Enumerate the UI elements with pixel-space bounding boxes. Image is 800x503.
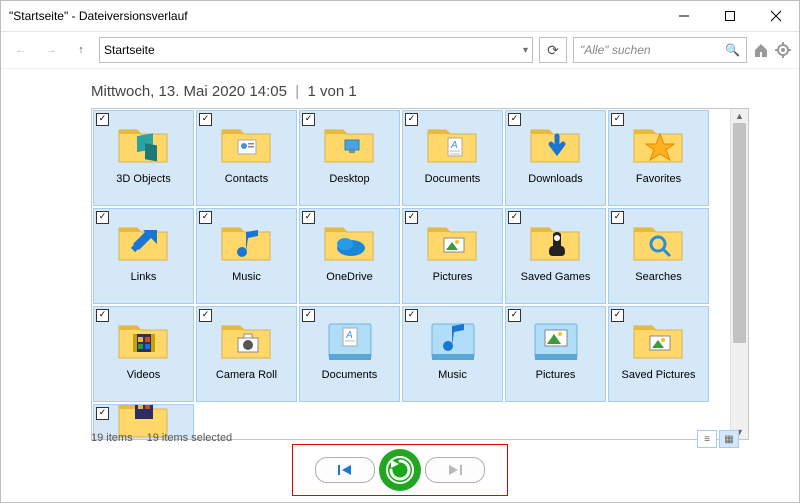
folder-item[interactable]: ✓ Music [402, 306, 503, 402]
folder-item[interactable]: ✓ Contacts [196, 110, 297, 206]
checkbox-icon[interactable]: ✓ [96, 309, 109, 322]
checkbox-icon[interactable]: ✓ [405, 211, 418, 224]
folder-item[interactable]: ✓ Videos [93, 306, 194, 402]
folder-item[interactable]: ✓ A Documents [402, 110, 503, 206]
checkbox-icon[interactable]: ✓ [508, 211, 521, 224]
checkbox-icon[interactable]: ✓ [199, 113, 212, 126]
item-label: Camera Roll [197, 369, 296, 382]
close-button[interactable] [753, 1, 799, 31]
back-button[interactable]: ← [9, 38, 33, 62]
item-label: Pictures [403, 271, 502, 284]
window-controls [661, 1, 799, 31]
item-label: 3D Objects [94, 173, 193, 186]
item-label: Documents [403, 173, 502, 186]
items-grid[interactable]: ✓ 3D Objects✓ Contacts✓ Desktop✓ A Docum… [92, 109, 730, 439]
folder-item[interactable]: ✓ Pictures [505, 306, 606, 402]
item-label: Saved Pictures [609, 369, 708, 382]
folder-item[interactable]: ✓ Pictures [402, 208, 503, 304]
folder-item[interactable]: ✓ Saved Games [505, 208, 606, 304]
item-label: Searches [609, 271, 708, 284]
item-label: Saved Games [506, 271, 605, 284]
home-icon[interactable] [753, 42, 769, 58]
checkbox-icon[interactable]: ✓ [611, 309, 624, 322]
address-text: Startseite [104, 43, 155, 57]
item-label: Music [403, 369, 502, 382]
items-panel: ✓ 3D Objects✓ Contacts✓ Desktop✓ A Docum… [91, 108, 749, 440]
icons-view-button[interactable]: ▦ [719, 430, 739, 448]
item-label: Downloads [506, 173, 605, 186]
folder-item[interactable]: ✓ Favorites [608, 110, 709, 206]
svg-text:A: A [345, 330, 353, 341]
item-label: Contacts [197, 173, 296, 186]
vertical-scrollbar[interactable]: ▲ ▼ [730, 109, 748, 439]
item-label: Links [94, 271, 193, 284]
folder-item[interactable]: ✓ Downloads [505, 110, 606, 206]
item-label: Favorites [609, 173, 708, 186]
address-dropdown-icon[interactable]: ▾ [523, 45, 528, 56]
highlight-box [292, 444, 508, 496]
next-version-button[interactable] [425, 457, 485, 483]
checkbox-icon[interactable]: ✓ [611, 211, 624, 224]
toolbar: ← → ↑ Startseite ▾ ⟳ "Alle" suchen 🔍 [1, 32, 799, 69]
folder-item[interactable]: ✓ Saved Pictures [608, 306, 709, 402]
folder-item[interactable]: ✓ 3D Objects [93, 110, 194, 206]
version-position: 1 von 1 [308, 83, 357, 100]
view-toggle: ≡ ▦ [697, 430, 739, 448]
checkbox-icon[interactable]: ✓ [96, 113, 109, 126]
checkbox-icon[interactable]: ✓ [96, 407, 109, 420]
status-bar: 19 items 19 items selected [91, 432, 232, 444]
checkbox-icon[interactable]: ✓ [302, 211, 315, 224]
forward-button[interactable]: → [39, 38, 63, 62]
search-placeholder: "Alle" suchen [580, 43, 651, 57]
window-title: "Startseite" - Dateiversionsverlauf [9, 9, 188, 23]
scroll-thumb[interactable] [733, 123, 746, 343]
item-label: Music [197, 271, 296, 284]
checkbox-icon[interactable]: ✓ [405, 309, 418, 322]
scroll-up-icon[interactable]: ▲ [731, 109, 748, 123]
folder-item[interactable]: ✓ Links [93, 208, 194, 304]
version-controls [292, 444, 508, 496]
settings-icon[interactable] [775, 42, 791, 58]
refresh-button[interactable]: ⟳ [539, 37, 567, 63]
folder-item[interactable]: ✓ Desktop [299, 110, 400, 206]
folder-item[interactable]: ✓ OneDrive [299, 208, 400, 304]
version-date: Mittwoch, 13. Mai 2020 14:05 [91, 83, 287, 100]
item-label: Documents [300, 369, 399, 382]
checkbox-icon[interactable]: ✓ [199, 309, 212, 322]
item-label: Pictures [506, 369, 605, 382]
address-bar[interactable]: Startseite ▾ [99, 37, 533, 63]
selected-count: 19 items selected [147, 432, 233, 444]
folder-item[interactable]: ✓ Camera Roll [196, 306, 297, 402]
restore-button[interactable] [379, 449, 421, 491]
checkbox-icon[interactable]: ✓ [508, 309, 521, 322]
minimize-button[interactable] [661, 1, 707, 31]
previous-version-button[interactable] [315, 457, 375, 483]
details-view-button[interactable]: ≡ [697, 430, 717, 448]
up-button[interactable]: ↑ [69, 38, 93, 62]
item-label: OneDrive [300, 271, 399, 284]
item-label: Desktop [300, 173, 399, 186]
folder-item[interactable]: ✓ A Documents [299, 306, 400, 402]
item-label: Videos [94, 369, 193, 382]
checkbox-icon[interactable]: ✓ [302, 113, 315, 126]
maximize-button[interactable] [707, 1, 753, 31]
item-count: 19 items [91, 432, 133, 444]
separator: | [291, 83, 307, 100]
svg-text:A: A [450, 140, 458, 151]
title-bar: "Startseite" - Dateiversionsverlauf [1, 1, 799, 32]
checkbox-icon[interactable]: ✓ [611, 113, 624, 126]
search-icon: 🔍 [725, 43, 740, 57]
window: "Startseite" - Dateiversionsverlauf ← → … [0, 0, 800, 503]
search-box[interactable]: "Alle" suchen 🔍 [573, 37, 747, 63]
checkbox-icon[interactable]: ✓ [302, 309, 315, 322]
checkbox-icon[interactable]: ✓ [405, 113, 418, 126]
checkbox-icon[interactable]: ✓ [508, 113, 521, 126]
version-header: Mittwoch, 13. Mai 2020 14:05 | 1 von 1 [91, 83, 749, 100]
checkbox-icon[interactable]: ✓ [199, 211, 212, 224]
checkbox-icon[interactable]: ✓ [96, 211, 109, 224]
folder-item[interactable]: ✓ Searches [608, 208, 709, 304]
folder-item[interactable]: ✓ Music [196, 208, 297, 304]
